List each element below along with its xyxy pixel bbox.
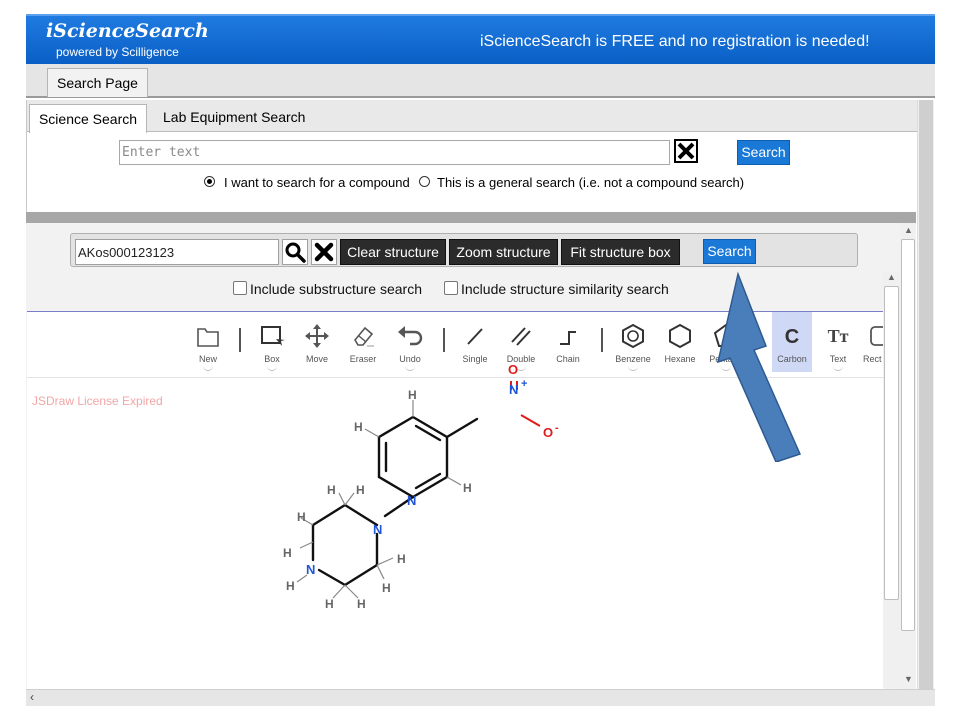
tab-lab-equipment-search[interactable]: Lab Equipment Search	[163, 109, 305, 125]
atom-hydrogen: H	[283, 546, 292, 560]
atom-hydrogen: H	[357, 597, 366, 611]
scrollbar-thumb[interactable]	[901, 239, 915, 631]
atom-hydrogen: H	[325, 597, 334, 611]
atom-hydrogen: H	[327, 483, 336, 497]
page-vertical-scrollbar[interactable]	[917, 100, 934, 692]
similarity-checkbox[interactable]	[444, 281, 458, 295]
annotation-arrow	[716, 271, 802, 462]
radio-general-label: This is a general search (i.e. not a com…	[437, 175, 745, 190]
atom-hydrogen: H	[463, 481, 472, 495]
charge-plus: +	[521, 378, 527, 390]
radio-general-search[interactable]	[419, 176, 430, 187]
scroll-down-icon[interactable]: ▼	[904, 674, 913, 684]
atom-hydrogen: H	[408, 388, 417, 402]
fit-structure-box-button[interactable]: Fit structure box	[561, 239, 680, 265]
scroll-left-icon[interactable]: ‹	[30, 690, 34, 704]
bond	[445, 417, 479, 439]
clear-text-icon[interactable]	[674, 139, 698, 163]
tab-search-page[interactable]: Search Page	[47, 68, 148, 97]
logo-subtitle: powered by Scilligence	[56, 45, 179, 59]
bond-inner	[414, 424, 442, 442]
bond	[343, 563, 379, 587]
atom-oxygen: O	[543, 425, 553, 440]
substructure-label: Include substructure search	[250, 281, 422, 297]
atom-nitrogen: N	[407, 493, 416, 508]
radio-compound-label: I want to search for a compound	[224, 175, 410, 190]
horizontal-scrollbar[interactable]: ‹	[26, 689, 935, 706]
panel-separator	[26, 212, 916, 223]
atom-nitrogen: N	[509, 382, 518, 397]
clear-structure-button[interactable]: Clear structure	[340, 239, 446, 265]
similarity-label: Include structure similarity search	[461, 281, 669, 297]
charge-minus: -	[555, 422, 559, 434]
search-input[interactable]	[119, 140, 670, 165]
atom-hydrogen: H	[397, 552, 406, 566]
panel-vertical-scrollbar[interactable]: ▲ ▼	[900, 223, 916, 689]
sub-tab-bar: Science Search Lab Equipment Search	[27, 100, 917, 133]
zoom-structure-button[interactable]: Zoom structure	[449, 239, 558, 265]
substructure-checkbox[interactable]	[233, 281, 247, 295]
header-notice: iScienceSearch is FREE and no registrati…	[480, 33, 870, 50]
structure-search-button[interactable]: Search	[703, 239, 756, 264]
atom-hydrogen: H	[297, 510, 306, 524]
radio-compound-search[interactable]	[204, 176, 215, 187]
scrollbar-thumb[interactable]	[919, 100, 933, 692]
scroll-up-icon[interactable]: ▲	[887, 272, 896, 282]
structure-id-input[interactable]	[75, 239, 279, 265]
atom-hydrogen: H	[382, 581, 391, 595]
logo-title[interactable]: iScienceSearch	[46, 20, 209, 42]
search-icon[interactable]	[282, 239, 308, 265]
bond	[317, 568, 347, 587]
scrollbar-thumb[interactable]	[884, 286, 899, 600]
atom-hydrogen: H	[286, 579, 295, 593]
editor-vertical-scrollbar[interactable]: ▲	[883, 272, 900, 688]
bond	[311, 503, 347, 527]
site-header: iScienceSearch powered by Scilligence iS…	[26, 14, 935, 64]
close-icon[interactable]	[311, 239, 337, 265]
atom-oxygen: O	[508, 362, 518, 377]
atom-hydrogen: H	[356, 483, 365, 497]
text-search-button[interactable]: Search	[737, 140, 790, 165]
tab-science-search[interactable]: Science Search	[29, 104, 147, 133]
atom-nitrogen: N	[373, 522, 382, 537]
bond	[377, 415, 415, 439]
scroll-up-icon[interactable]: ▲	[904, 225, 913, 235]
atom-nitrogen: N	[306, 562, 315, 577]
main-tab-bar: Search Page	[26, 64, 935, 98]
bond-inner	[414, 472, 442, 490]
atom-hydrogen: H	[354, 420, 363, 434]
science-search-panel: Science Search Lab Equipment Search Sear…	[26, 100, 917, 212]
